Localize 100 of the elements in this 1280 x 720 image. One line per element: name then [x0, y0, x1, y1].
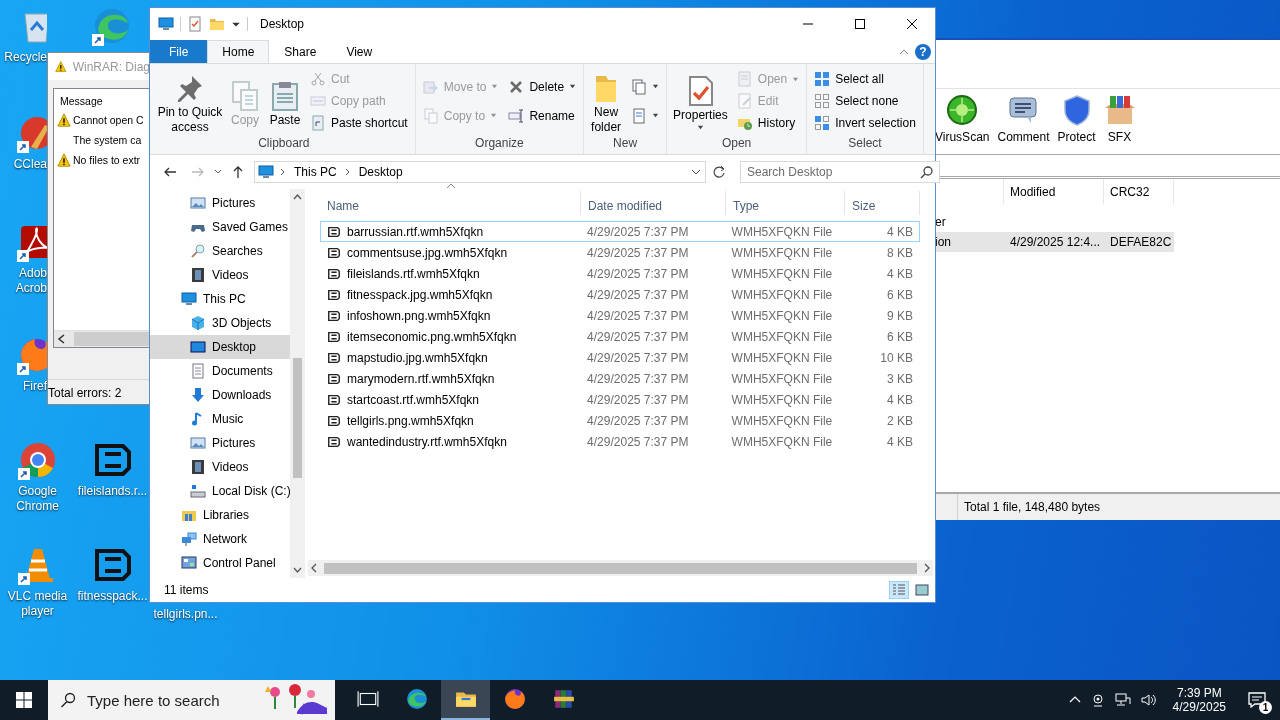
nav-item[interactable]: Videos	[150, 263, 290, 287]
checklist-icon[interactable]	[187, 16, 203, 32]
box-icon	[1103, 94, 1136, 126]
wave-logo-icon[interactable]	[91, 6, 132, 46]
icon-label: fitnesspack...	[77, 589, 148, 604]
scrollbar-thumb[interactable]	[293, 358, 302, 478]
table-cell-text: ion	[935, 235, 952, 249]
nav-item[interactable]: Music	[150, 407, 290, 431]
ribbon-button[interactable]: Properties	[671, 71, 730, 131]
toolbar-button[interactable]: Comment	[994, 94, 1053, 144]
circle-logo-icon[interactable]	[17, 440, 58, 480]
nav-item[interactable]: Videos	[150, 455, 290, 479]
caret-icon[interactable]	[214, 168, 222, 176]
scrollbar-thumb[interactable]	[324, 562, 917, 574]
file-icon	[327, 308, 341, 323]
nav-item[interactable]: This PC	[150, 287, 290, 311]
caret-icon[interactable]	[691, 168, 701, 176]
type-cell: WMH5XFQKN File	[731, 329, 833, 344]
file-name[interactable]: marymodern.rtf.wmh5Xfqkn	[347, 371, 495, 386]
toolbar-button[interactable]: VirusScan	[935, 94, 993, 144]
ribbon-button[interactable]: New folder	[588, 68, 625, 134]
type-cell: WMH5XFQKN File	[731, 434, 833, 449]
ribbon-button[interactable]: Rename	[505, 105, 580, 126]
copy-icon	[229, 79, 261, 112]
column-header[interactable]: Size	[845, 191, 920, 215]
network-icon[interactable]	[1114, 693, 1131, 707]
help-button[interactable]: ?	[915, 43, 931, 60]
summary-text: Total errors: 2	[48, 386, 123, 400]
ribbon-button[interactable]: Invert selection	[811, 112, 919, 134]
ribbon-tab[interactable]: Home	[207, 40, 270, 63]
fox-logo-icon	[503, 688, 526, 710]
file-name[interactable]: commentsuse.jpg.wmh5Xfqkn	[347, 245, 508, 260]
column-header[interactable]: CRC32	[1104, 179, 1174, 204]
search-field[interactable]: Search Desktop	[740, 161, 940, 183]
ribbon-button[interactable]: Select all	[811, 68, 919, 90]
nav-item[interactable]: Control Panel	[150, 551, 290, 575]
nav-item[interactable]: Searches	[150, 239, 290, 263]
webcam-icon[interactable]	[1090, 693, 1105, 707]
chevron-icon	[280, 168, 286, 176]
size-cell-text: 8 KB	[885, 245, 914, 260]
nav-item[interactable]: Libraries	[150, 503, 290, 527]
scrollbar-thumb[interactable]	[74, 332, 150, 346]
ribbon-button[interactable]: History	[733, 112, 803, 134]
search-field[interactable]: Type here to search	[48, 680, 335, 720]
address-bar[interactable]: This PC Desktop	[254, 161, 706, 183]
nav-item[interactable]: Desktop	[150, 335, 290, 359]
open-icon	[736, 71, 753, 87]
nav-item[interactable]: 3D Objects	[150, 311, 290, 335]
column-header[interactable]: Modified	[1004, 179, 1104, 204]
nav-item[interactable]: Saved Games	[150, 215, 290, 239]
speaker-icon[interactable]	[1140, 693, 1157, 707]
nav-item[interactable]: Network	[150, 527, 290, 551]
file-name[interactable]: barrussian.rtf.wmh5Xfqkn	[347, 224, 484, 239]
nav-item[interactable]: Pictures	[150, 191, 290, 215]
file-name[interactable]: itemseconomic.png.wmh5Xfqkn	[347, 329, 517, 344]
icon-label: Firef	[23, 379, 47, 394]
monitor-icon	[258, 164, 274, 180]
windows-logo-icon	[16, 692, 32, 708]
date-cell: 4/29/2025 7:37 PM	[587, 308, 689, 323]
file-name[interactable]: infoshown.png.wmh5Xfqkn	[347, 308, 491, 323]
toolbar-button[interactable]: SFX	[1100, 94, 1139, 144]
ribbon-tab[interactable]: View	[331, 40, 388, 63]
taskbar-button[interactable]	[441, 680, 490, 720]
caret-icon	[652, 112, 660, 119]
file-name[interactable]: startcoast.rtf.wmh5Xfqkn	[347, 392, 480, 407]
bug-icon	[946, 94, 979, 126]
clock[interactable]: 7:39 PM 4/29/2025	[1166, 686, 1232, 714]
toolbar-button[interactable]: Protect	[1054, 94, 1099, 144]
date-cell: 4/29/2025 7:37 PM	[587, 434, 689, 449]
refresh-icon[interactable]	[712, 165, 726, 179]
view-button[interactable]	[912, 581, 932, 599]
nav-item[interactable]: Pictures	[150, 431, 290, 455]
nav-item[interactable]: Local Disk (C:)	[150, 479, 290, 503]
ribbon-tab[interactable]: Share	[269, 40, 332, 63]
file-menu-tab[interactable]: File	[150, 40, 208, 63]
select-all-icon	[814, 71, 831, 87]
type-cell: WMH5XFQKN File	[731, 245, 833, 260]
ribbon-button[interactable]: Paste	[267, 75, 303, 127]
ribbon-button[interactable]: Paste shortcut	[307, 112, 411, 134]
column-header[interactable]: Date modified	[581, 191, 726, 215]
nav-item[interactable]: Downloads	[150, 383, 290, 407]
breadcrumb-item[interactable]: Desktop	[356, 165, 405, 179]
ribbon-button[interactable]: Select none	[811, 90, 919, 112]
column-header[interactable]: Name	[320, 191, 581, 215]
file-name[interactable]: tellgirls.png.wmh5Xfqkn	[347, 413, 474, 428]
maximize-icon	[855, 19, 865, 29]
file-name[interactable]: fileislands.rtf.wmh5Xfqkn	[347, 266, 480, 281]
item-count: 11 items	[164, 583, 209, 597]
caret-icon	[792, 75, 800, 83]
nav-item[interactable]: Documents	[150, 359, 290, 383]
file-name[interactable]: mapstudio.jpg.wmh5Xfqkn	[347, 350, 488, 365]
date-cell: 4/29/2025 7:37 PM	[587, 245, 689, 260]
breadcrumb-item[interactable]: This PC	[292, 165, 339, 179]
ribbon-button[interactable]: Delete	[505, 76, 580, 97]
file-name[interactable]: wantedindustry.rtf.wmh5Xfqkn	[347, 434, 507, 449]
file-name[interactable]: fitnesspack.jpg.wmh5Xfqkn	[347, 287, 493, 302]
date-cell: 4/29/2025 7:37 PM	[587, 413, 689, 428]
column-header[interactable]: Type	[726, 191, 845, 215]
new-item-icon	[631, 78, 648, 95]
ribbon-button[interactable]: Pin to Quick access	[157, 68, 223, 134]
